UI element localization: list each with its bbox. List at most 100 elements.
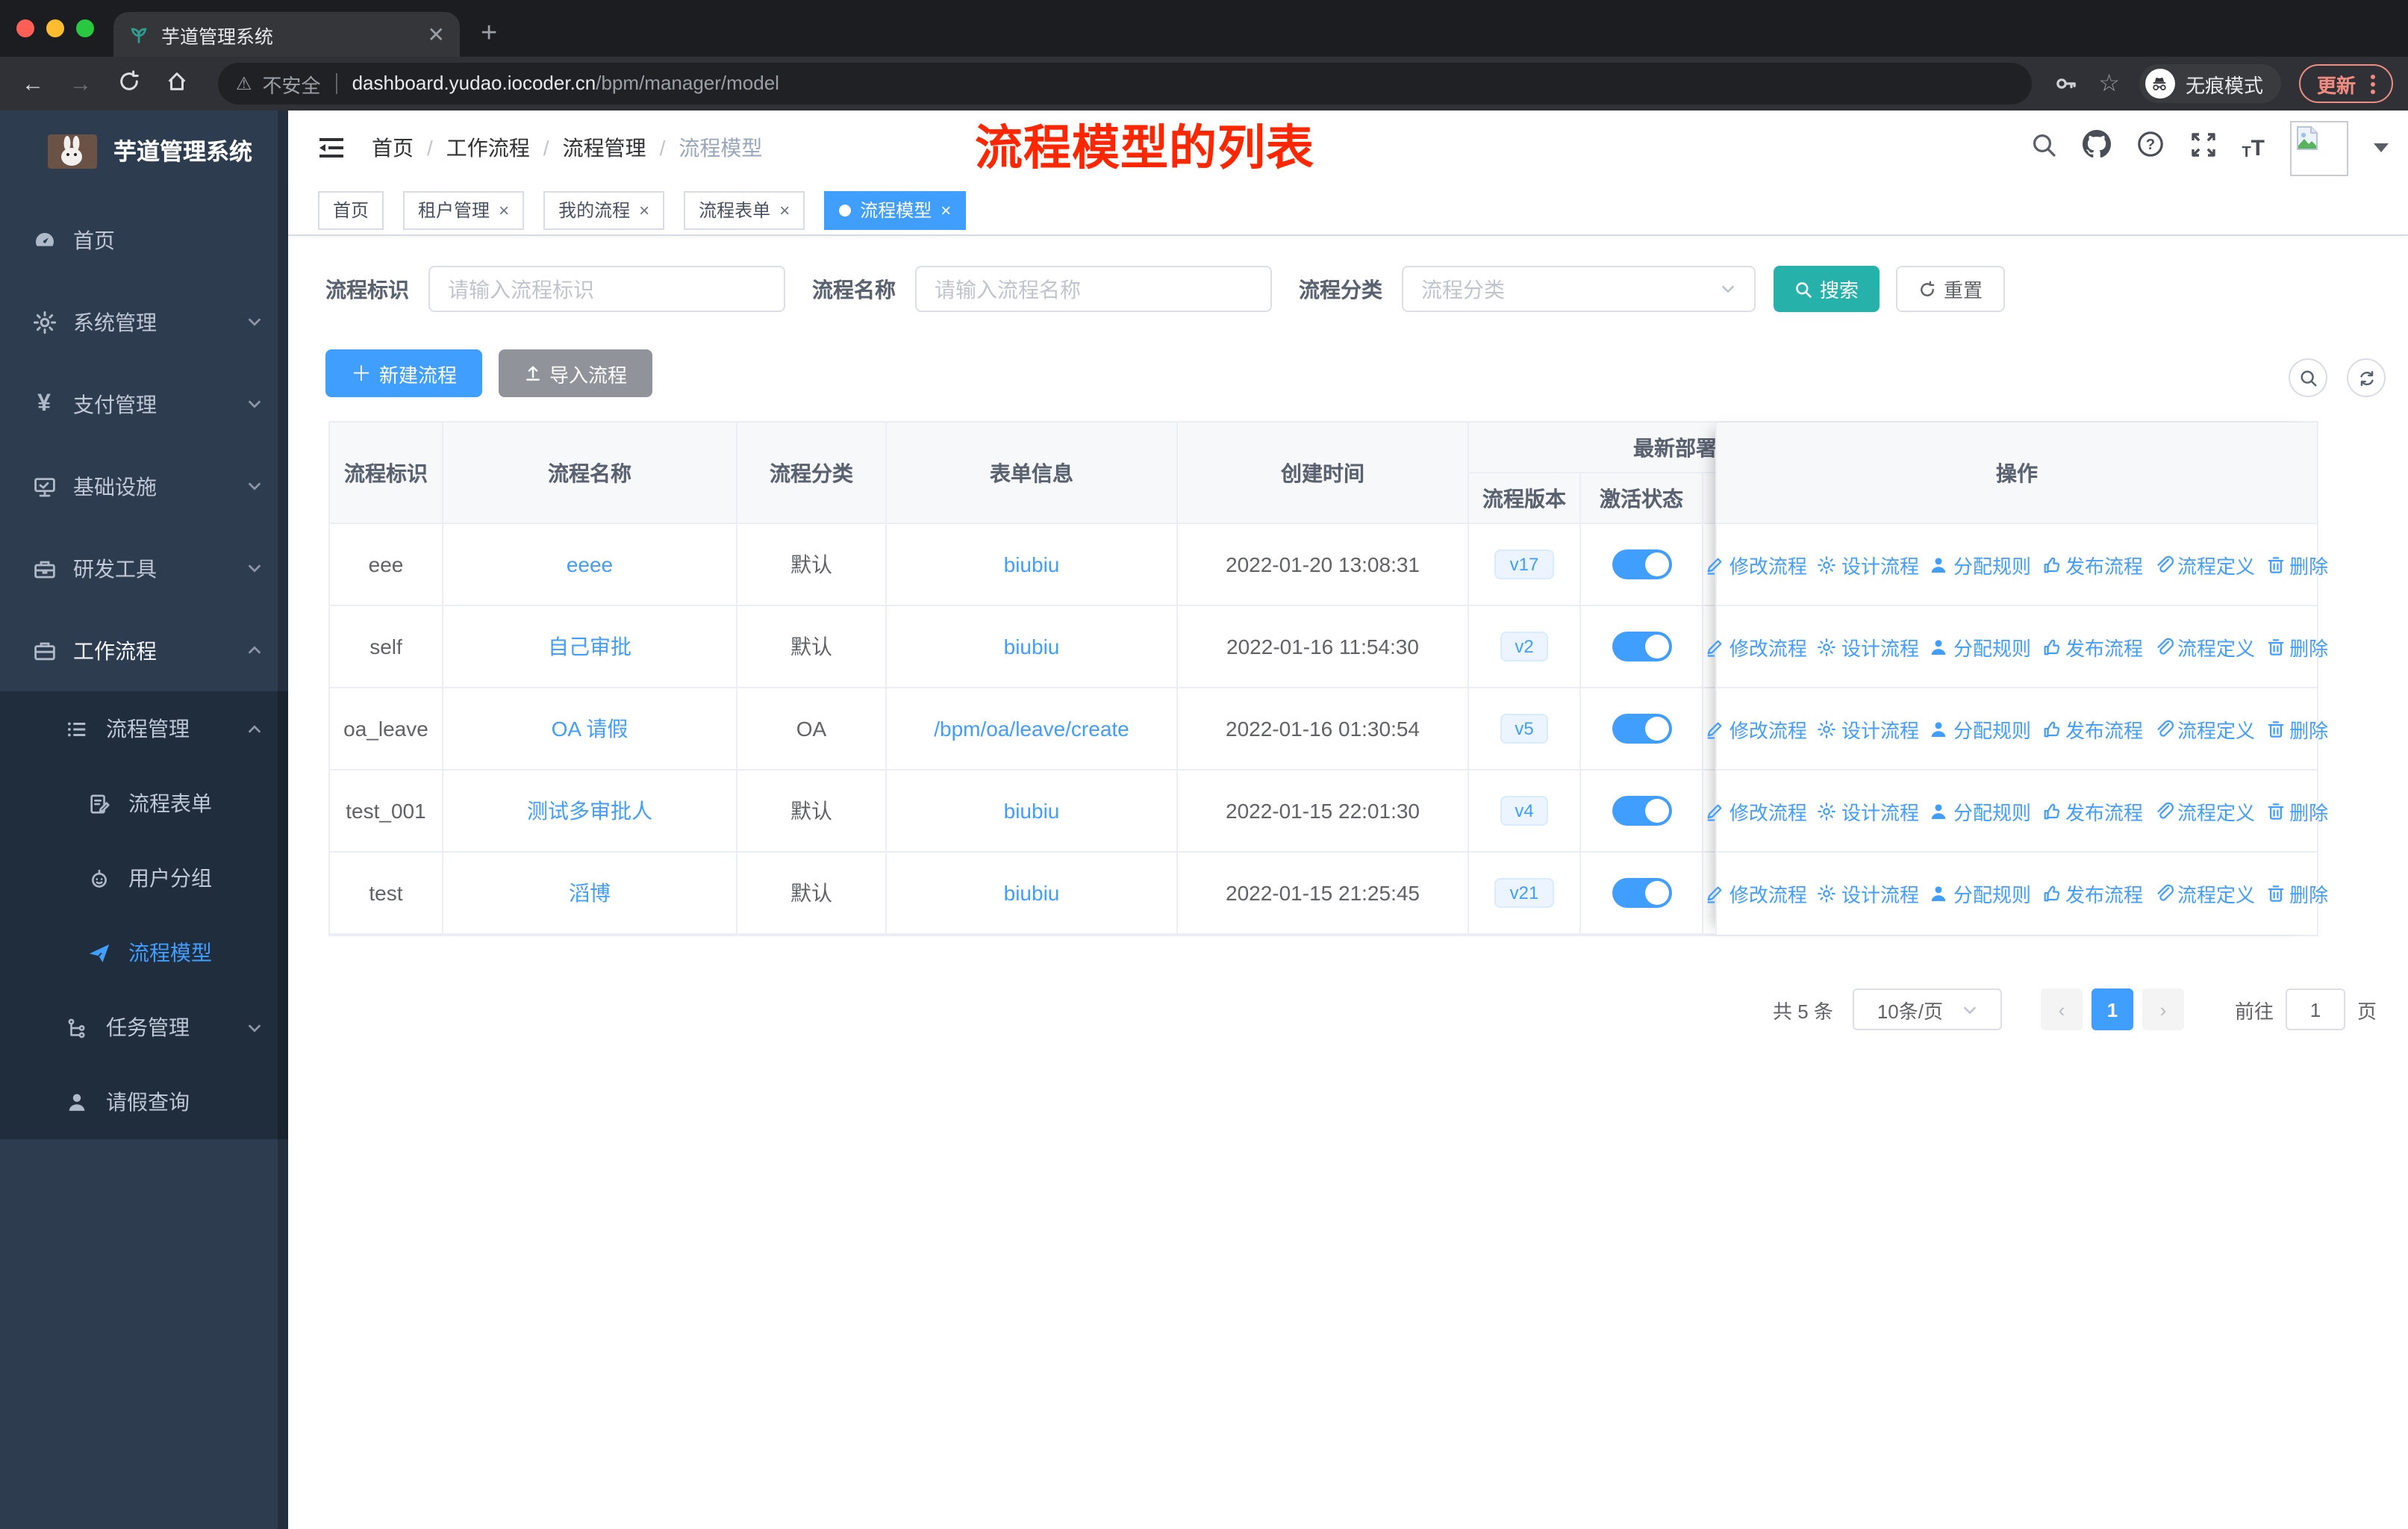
process-name-link[interactable]: OA 请假 bbox=[552, 714, 628, 744]
new-tab-button[interactable]: + bbox=[481, 12, 497, 57]
page-size-select[interactable]: 10条/页 bbox=[1852, 988, 2002, 1030]
sidebar-item-user-group[interactable]: 用户分组 bbox=[0, 841, 288, 915]
window-close-button[interactable] bbox=[16, 19, 34, 37]
back-icon[interactable]: ← bbox=[15, 71, 51, 96]
current-page-button[interactable]: 1 bbox=[2091, 988, 2133, 1030]
avatar[interactable] bbox=[2290, 120, 2348, 175]
close-icon[interactable]: × bbox=[639, 199, 649, 220]
design-process-link[interactable]: 设计流程 bbox=[1818, 797, 1919, 825]
design-process-link[interactable]: 设计流程 bbox=[1818, 714, 1919, 743]
sidebar-item-home[interactable]: 首页 bbox=[0, 199, 288, 281]
breadcrumb-item[interactable]: 工作流程 bbox=[446, 133, 530, 163]
active-toggle[interactable] bbox=[1612, 878, 1671, 908]
process-definition-link[interactable]: 流程定义 bbox=[2153, 879, 2255, 908]
fullscreen-icon[interactable] bbox=[2189, 131, 2216, 165]
home-icon[interactable] bbox=[158, 69, 194, 98]
publish-process-link[interactable]: 发布流程 bbox=[2042, 797, 2143, 825]
process-name-link[interactable]: eeee bbox=[567, 552, 613, 576]
browser-menu-icon[interactable] bbox=[2371, 81, 2375, 86]
process-definition-link[interactable]: 流程定义 bbox=[2153, 632, 2255, 661]
breadcrumb-item[interactable]: 首页 bbox=[372, 133, 414, 163]
delete-link[interactable]: 删除 bbox=[2265, 550, 2328, 579]
forward-icon[interactable]: → bbox=[63, 71, 99, 96]
close-icon[interactable]: × bbox=[941, 199, 951, 220]
github-icon[interactable] bbox=[2082, 130, 2111, 166]
avatar-caret-icon[interactable] bbox=[2374, 143, 2389, 152]
edit-process-link[interactable]: 修改流程 bbox=[1706, 632, 1807, 661]
search-icon[interactable] bbox=[2030, 131, 2056, 165]
browser-update-button[interactable]: 更新 bbox=[2298, 64, 2393, 103]
window-zoom-button[interactable] bbox=[76, 19, 94, 37]
process-definition-link[interactable]: 流程定义 bbox=[2153, 550, 2255, 579]
publish-process-link[interactable]: 发布流程 bbox=[2042, 632, 2143, 661]
sidebar-item-infrastructure[interactable]: 基础设施 bbox=[0, 445, 288, 527]
sidebar-item-task-mgmt[interactable]: 任务管理 bbox=[0, 990, 288, 1065]
process-definition-link[interactable]: 流程定义 bbox=[2153, 797, 2255, 825]
browser-tab[interactable]: 芋道管理系统 ✕ bbox=[113, 12, 460, 57]
design-process-link[interactable]: 设计流程 bbox=[1818, 879, 1919, 908]
prev-page-button[interactable]: ‹ bbox=[2040, 988, 2083, 1030]
breadcrumb-item[interactable]: 流程管理 bbox=[563, 133, 646, 163]
category-select[interactable]: 流程分类 bbox=[1402, 266, 1756, 312]
sidebar-collapse-icon[interactable] bbox=[316, 133, 346, 170]
assign-rule-link[interactable]: 分配规则 bbox=[1930, 879, 2031, 908]
form-info-link[interactable]: /bpm/oa/leave/create bbox=[934, 717, 1129, 741]
sidebar-item-workflow[interactable]: 工作流程 bbox=[0, 609, 288, 691]
sidebar-item-leave-query[interactable]: 请假查询 bbox=[0, 1065, 288, 1139]
design-process-link[interactable]: 设计流程 bbox=[1818, 632, 1919, 661]
edit-process-link[interactable]: 修改流程 bbox=[1706, 550, 1807, 579]
assign-rule-link[interactable]: 分配规则 bbox=[1930, 632, 2031, 661]
active-toggle[interactable] bbox=[1612, 796, 1671, 826]
process-definition-link[interactable]: 流程定义 bbox=[2153, 714, 2255, 743]
assign-rule-link[interactable]: 分配规则 bbox=[1930, 714, 2031, 743]
reload-icon[interactable] bbox=[110, 69, 146, 98]
assign-rule-link[interactable]: 分配规则 bbox=[1930, 550, 2031, 579]
edit-process-link[interactable]: 修改流程 bbox=[1706, 797, 1807, 825]
sidebar-item-process-model[interactable]: 流程模型 bbox=[0, 915, 288, 990]
design-process-link[interactable]: 设计流程 bbox=[1818, 550, 1919, 579]
process-name-input[interactable] bbox=[915, 266, 1272, 312]
help-icon[interactable]: ? bbox=[2136, 130, 2164, 166]
bookmark-star-icon[interactable]: ☆ bbox=[2098, 69, 2120, 99]
form-info-link[interactable]: biubiu bbox=[1004, 552, 1060, 576]
sidebar-item-system[interactable]: 系统管理 bbox=[0, 281, 288, 363]
tag-my-process[interactable]: 我的流程 × bbox=[543, 190, 665, 229]
font-size-icon[interactable]: TT bbox=[2242, 135, 2265, 161]
active-toggle[interactable] bbox=[1612, 632, 1671, 661]
reset-button[interactable]: 重置 bbox=[1896, 266, 2006, 312]
assign-rule-link[interactable]: 分配规则 bbox=[1930, 797, 2031, 825]
publish-process-link[interactable]: 发布流程 bbox=[2042, 714, 2143, 743]
process-name-link[interactable]: 滔博 bbox=[569, 878, 611, 908]
publish-process-link[interactable]: 发布流程 bbox=[2042, 879, 2143, 908]
close-icon[interactable]: × bbox=[499, 199, 509, 220]
window-minimize-button[interactable] bbox=[46, 19, 64, 37]
sidebar-item-payment[interactable]: ¥ 支付管理 bbox=[0, 363, 288, 445]
url-bar[interactable]: ⚠ 不安全 dashboard.yudao.iocoder.cn/bpm/man… bbox=[218, 63, 2032, 105]
edit-process-link[interactable]: 修改流程 bbox=[1706, 714, 1807, 743]
active-toggle[interactable] bbox=[1612, 714, 1671, 744]
process-name-link[interactable]: 自己审批 bbox=[548, 632, 631, 661]
form-info-link[interactable]: biubiu bbox=[1004, 799, 1060, 823]
tab-close-icon[interactable]: ✕ bbox=[428, 22, 445, 47]
tag-tenant[interactable]: 租户管理 × bbox=[403, 190, 525, 229]
tag-process-model[interactable]: 流程模型 × bbox=[824, 190, 967, 229]
sidebar-item-devtools[interactable]: 研发工具 bbox=[0, 527, 288, 609]
process-key-input[interactable] bbox=[428, 266, 785, 312]
goto-page-input[interactable] bbox=[2285, 988, 2345, 1030]
delete-link[interactable]: 删除 bbox=[2265, 797, 2328, 825]
tag-process-form[interactable]: 流程表单 × bbox=[684, 190, 805, 229]
form-info-link[interactable]: biubiu bbox=[1004, 635, 1060, 658]
next-page-button[interactable]: › bbox=[2142, 988, 2184, 1030]
process-name-link[interactable]: 测试多审批人 bbox=[527, 796, 652, 826]
sidebar-item-process-mgmt[interactable]: 流程管理 bbox=[0, 691, 288, 766]
delete-link[interactable]: 删除 bbox=[2265, 714, 2328, 743]
form-info-link[interactable]: biubiu bbox=[1004, 881, 1060, 905]
publish-process-link[interactable]: 发布流程 bbox=[2042, 550, 2143, 579]
refresh-table-button[interactable] bbox=[2347, 358, 2386, 397]
close-icon[interactable]: × bbox=[779, 199, 790, 220]
search-button[interactable]: 搜索 bbox=[1774, 266, 1880, 312]
password-key-icon[interactable] bbox=[2053, 72, 2077, 96]
sidebar-item-process-form[interactable]: 流程表单 bbox=[0, 766, 288, 841]
delete-link[interactable]: 删除 bbox=[2265, 632, 2328, 661]
sidebar-scrollbar[interactable] bbox=[278, 110, 288, 1529]
